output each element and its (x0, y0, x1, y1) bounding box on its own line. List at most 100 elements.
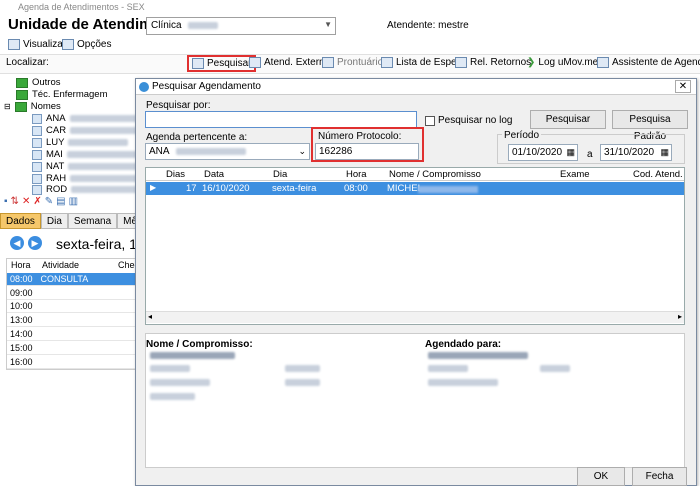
pin-icon[interactable]: ✎ (45, 196, 56, 207)
redacted (150, 365, 190, 372)
tab-semana[interactable]: Semana (67, 213, 118, 229)
calendar-icon[interactable]: ▦ (660, 147, 669, 158)
tree-item-person[interactable]: MAI (32, 149, 137, 160)
redacted (418, 186, 478, 193)
pesquisar-log-checkbox[interactable]: Pesquisar no log (425, 115, 513, 126)
menu-visualizar[interactable]: Visualizar (8, 39, 66, 50)
tree-item-person[interactable]: NAT (32, 161, 139, 172)
periodo-ate-input[interactable]: 31/10/2020 ▦ (600, 144, 672, 161)
schedule-row[interactable]: 15:00 (7, 342, 135, 355)
wizard-icon (597, 57, 609, 68)
tree-item-person[interactable]: LUY (32, 137, 129, 148)
edit-icon[interactable]: ▤ (56, 196, 68, 207)
atend-externo-button[interactable]: Atend. Externo (249, 57, 330, 68)
menu-visualizar-label: Visualizar (23, 39, 67, 50)
agenda-value: ANA (149, 146, 170, 157)
schedule-row[interactable]: 13:00 (7, 314, 135, 327)
pesquisar-label: Pesquisar (207, 58, 252, 69)
next-day-button[interactable]: ▶ (28, 236, 42, 250)
prontuario-button[interactable]: Prontuário (322, 57, 383, 68)
row-pointer-icon: ▶ (150, 183, 157, 192)
delete-icon[interactable]: ✕ (22, 196, 33, 207)
clinic-redacted (188, 21, 219, 29)
collapse-icon: ⊟ (4, 102, 11, 111)
horizontal-scrollbar[interactable]: ◂ ▸ (146, 311, 684, 323)
schedule-row[interactable]: 16:00 (7, 356, 135, 369)
menu-opcoes[interactable]: Opções (62, 39, 111, 50)
redacted (69, 115, 140, 122)
cancel-icon[interactable]: ✗ (33, 196, 44, 207)
pesquisa-padrao-button[interactable]: Pesquisa Padrão (612, 110, 688, 142)
chevron-down-icon: ▼ (324, 20, 332, 29)
log-umov-label: Log uMov.me (538, 57, 599, 68)
scroll-right-icon[interactable]: ▸ (678, 312, 682, 321)
row-hora: 08:00 (10, 274, 33, 284)
assistente-button[interactable]: Assistente de Agendame (597, 57, 700, 68)
redacted (540, 365, 570, 372)
pesquisar-por-input[interactable] (145, 111, 417, 128)
detail-nome-label: Nome / Compromisso: (146, 339, 253, 350)
grid-header-divider (146, 180, 684, 181)
schedule-row[interactable]: 14:00 (7, 328, 135, 341)
periodo-de-input[interactable]: 01/10/2020 ▦ (508, 144, 578, 161)
row-hora: 13:00 (10, 315, 33, 325)
rel-retornos-button[interactable]: Rel. Retornos (455, 57, 531, 68)
dialog-title: Pesquisar Agendamento (136, 79, 696, 95)
close-icon[interactable]: ✕ (675, 80, 691, 93)
tree-label: Nomes (30, 101, 61, 112)
col-hora: Hora (11, 260, 31, 270)
menu-opcoes-label: Opções (77, 39, 112, 50)
agenda-label: Agenda pertencente a: (146, 132, 248, 143)
periodo-label: Período (502, 130, 542, 141)
tree-item-person[interactable]: RAH (32, 173, 141, 184)
tree-item-person[interactable]: ANA (32, 113, 140, 124)
ok-button[interactable]: OK (577, 467, 625, 486)
clinic-select[interactable]: Clínica ▼ (146, 17, 336, 35)
row-hora: 09:00 (10, 288, 33, 298)
dialog-pesquisar-button[interactable]: Pesquisar (530, 110, 606, 129)
schedule-row[interactable]: 09:00 (7, 287, 135, 300)
agenda-select[interactable]: ANA ⌄ (145, 143, 310, 160)
tree-item-tec-enfermagem[interactable]: Téc. Enfermagem (16, 89, 108, 100)
row-hora: 10:00 (10, 301, 33, 311)
fecha-button[interactable]: Fecha (632, 467, 687, 486)
prev-day-button[interactable]: ◀ (10, 236, 24, 250)
row-hora: 08:00 (344, 183, 368, 194)
copy-icon[interactable]: ▥ (69, 196, 81, 207)
col-cod: Cod. Atend. (633, 169, 683, 180)
row-hora: 15:00 (10, 343, 33, 353)
row-data: 16/10/2020 (202, 183, 250, 194)
redacted (68, 139, 129, 146)
schedule-row[interactable]: 10:00 (7, 300, 135, 313)
redacted (66, 151, 137, 158)
scroll-left-icon[interactable]: ◂ (148, 312, 152, 321)
atendente-label: Atendente: mestre (387, 20, 469, 31)
tab-dia[interactable]: Dia (40, 213, 68, 229)
protocolo-input[interactable] (315, 143, 419, 160)
checkbox-icon (425, 115, 435, 126)
periodo-de-value: 01/10/2020 (512, 147, 563, 158)
redacted (175, 147, 246, 155)
clinic-value: Clínica (151, 20, 182, 31)
tab-dados[interactable]: Dados (0, 213, 41, 229)
folder-icon (16, 89, 28, 100)
log-umov-button[interactable]: ❯ Log uMov.me (527, 57, 598, 68)
schedule-row[interactable]: 08:00 CONSULTA (7, 273, 135, 286)
tree-item-outros[interactable]: Outros (16, 77, 61, 88)
tree-label: RAH (46, 173, 67, 184)
tree-item-person[interactable]: ROD (32, 184, 142, 195)
move-icon[interactable]: ⇅ (11, 196, 22, 207)
lista-espera-button[interactable]: Lista de Espera (381, 57, 466, 68)
tree-label: MAI (46, 149, 63, 160)
redacted (428, 365, 468, 372)
row-hora: 14:00 (10, 329, 33, 339)
tree-item-nomes[interactable]: ⊟ Nomes (4, 101, 61, 112)
tree-item-person[interactable]: CAR (32, 125, 141, 136)
localizar-label: Localizar: (6, 57, 49, 68)
col-exame: Exame (560, 169, 590, 180)
user-icon (32, 113, 42, 124)
pesquisar-button[interactable]: Pesquisar (187, 55, 257, 72)
tree-label: ANA (46, 113, 66, 124)
user-icon (32, 137, 42, 148)
calendar-icon[interactable]: ▦ (566, 147, 575, 158)
